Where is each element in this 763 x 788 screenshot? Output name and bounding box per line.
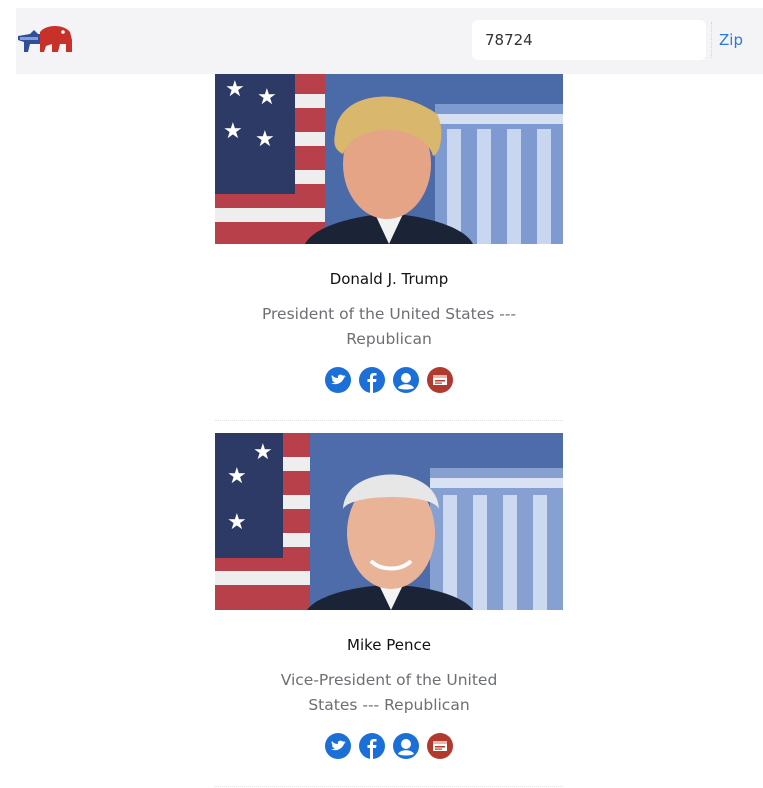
svg-text:★: ★ bbox=[227, 464, 247, 489]
twitter-icon[interactable] bbox=[325, 367, 351, 393]
twitter-icon[interactable] bbox=[325, 733, 351, 759]
svg-text:★: ★ bbox=[257, 85, 277, 110]
official-card: ★ ★ ★ ★ Donald J. Trump President of the… bbox=[215, 74, 563, 395]
official-title: Vice-President of the United States --- … bbox=[280, 671, 498, 714]
svg-text:★: ★ bbox=[223, 119, 243, 144]
zip-button[interactable]: Zip bbox=[719, 24, 757, 56]
official-card: ★ ★ ★ Mike Pence Vice-President of the U… bbox=[215, 433, 563, 761]
party-logo-icon[interactable] bbox=[16, 22, 74, 58]
card-divider bbox=[215, 420, 563, 421]
official-name[interactable]: Mike Pence bbox=[215, 636, 563, 654]
person-icon[interactable] bbox=[393, 733, 419, 759]
facebook-icon[interactable] bbox=[359, 367, 385, 393]
zip-input[interactable] bbox=[472, 20, 706, 60]
person-icon[interactable] bbox=[393, 367, 419, 393]
social-links bbox=[215, 733, 563, 761]
official-name[interactable]: Donald J. Trump bbox=[215, 270, 563, 288]
divider bbox=[711, 22, 712, 58]
card-divider bbox=[215, 786, 563, 787]
svg-text:★: ★ bbox=[255, 127, 275, 152]
svg-text:★: ★ bbox=[225, 77, 245, 102]
facebook-icon[interactable] bbox=[359, 733, 385, 759]
official-photo: ★ ★ ★ bbox=[215, 433, 563, 610]
svg-text:★: ★ bbox=[253, 440, 273, 465]
svg-text:★: ★ bbox=[227, 510, 247, 535]
website-icon[interactable] bbox=[427, 733, 453, 759]
website-icon[interactable] bbox=[427, 367, 453, 393]
official-photo: ★ ★ ★ ★ bbox=[215, 74, 563, 244]
header-bar: Zip bbox=[16, 8, 763, 74]
social-links bbox=[215, 367, 563, 395]
page: Zip ★ ★ ★ ★ bbox=[0, 0, 763, 788]
official-title: President of the United States --- Repub… bbox=[261, 305, 517, 348]
